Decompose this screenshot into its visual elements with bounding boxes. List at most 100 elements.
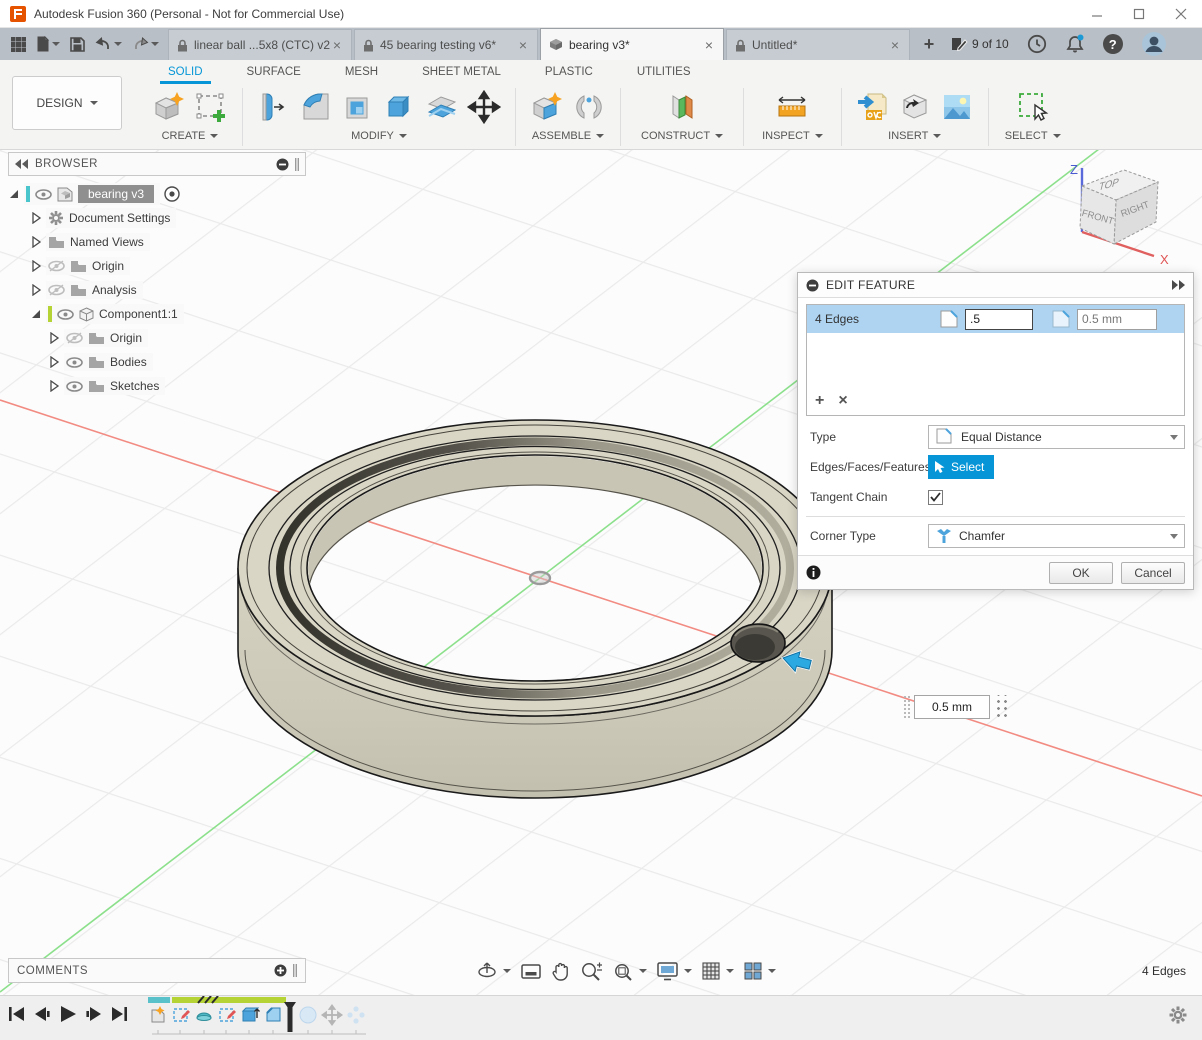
zoom-tool[interactable]: [580, 961, 603, 982]
panel-drag-handle[interactable]: [295, 158, 299, 171]
select-edges-button[interactable]: Select: [928, 455, 994, 479]
group-label-modify[interactable]: MODIFY: [351, 130, 407, 142]
tree-item-label[interactable]: Origin: [110, 331, 142, 345]
timeline-settings-gear-icon[interactable]: [1168, 1005, 1188, 1025]
timeline-feature-extrude[interactable]: [243, 1008, 260, 1021]
play-button[interactable]: [58, 1004, 78, 1024]
timeline-position-marker[interactable]: [284, 1002, 296, 1032]
dialog-collapse-icon[interactable]: [806, 279, 819, 292]
ribbon-tab-utilities[interactable]: UTILITIES: [615, 62, 713, 84]
root-item-label[interactable]: bearing v3: [78, 185, 154, 203]
tree-item-label[interactable]: Document Settings: [69, 211, 170, 225]
add-edge-set-button[interactable]: +: [815, 393, 824, 409]
browser-row-component-origin[interactable]: Origin: [8, 326, 306, 350]
tree-item-label[interactable]: Component1:1: [99, 307, 178, 321]
visibility-eye-icon[interactable]: [66, 381, 83, 392]
fillet-icon[interactable]: [297, 88, 335, 126]
measure-icon[interactable]: [773, 88, 811, 126]
ribbon-tab-mesh[interactable]: MESH: [323, 62, 400, 84]
job-status-clock-icon[interactable]: [1027, 34, 1047, 54]
collapsed-caret-icon[interactable]: [48, 332, 60, 344]
remove-edge-set-button[interactable]: ×: [838, 393, 847, 409]
browser-row-sketches[interactable]: Sketches: [8, 374, 306, 398]
group-label-inspect[interactable]: INSPECT: [762, 130, 823, 142]
orbit-tool[interactable]: [476, 960, 511, 982]
viewport-3d[interactable]: Z X TOP FRONT RIGHT BROWSER: [0, 150, 1202, 995]
user-avatar[interactable]: [1141, 31, 1167, 57]
construct-plane-icon[interactable]: [663, 88, 701, 126]
viewports-tool[interactable]: [743, 961, 776, 981]
visibility-off-eye-icon[interactable]: [48, 260, 65, 272]
offset-face-icon[interactable]: [423, 88, 461, 126]
save-button[interactable]: [67, 35, 88, 54]
maximize-button[interactable]: [1118, 0, 1160, 27]
edge-set-list[interactable]: 4 Edges + ×: [806, 304, 1185, 416]
tree-item-label[interactable]: Origin: [92, 259, 124, 273]
corner-type-dropdown[interactable]: Chamfer: [928, 524, 1185, 548]
info-icon[interactable]: [806, 565, 821, 580]
browser-row-document-settings[interactable]: Document Settings: [8, 206, 306, 230]
tab-close-icon[interactable]: ×: [703, 37, 715, 53]
undo-button[interactable]: [92, 35, 125, 54]
ok-button[interactable]: OK: [1049, 562, 1113, 584]
pan-tool[interactable]: [551, 961, 571, 982]
activate-component-radio[interactable]: [164, 186, 180, 202]
joint-icon[interactable]: [570, 88, 608, 126]
insert-svg-icon[interactable]: [854, 88, 892, 126]
doc-tab-bearing-v3-active[interactable]: bearing v3* ×: [540, 28, 724, 60]
press-pull-icon[interactable]: [255, 88, 293, 126]
doc-tab-linear-ball[interactable]: linear ball ...5x8 (CTC) v2 ×: [168, 29, 352, 60]
grid-snap-tool[interactable]: [701, 961, 734, 981]
ribbon-tab-sheet-metal[interactable]: SHEET METAL: [400, 62, 523, 84]
canvas-image-icon[interactable]: [938, 88, 976, 126]
expand-caret-icon[interactable]: [8, 188, 20, 200]
group-label-construct[interactable]: CONSTRUCT: [641, 130, 723, 142]
tab-close-icon[interactable]: ×: [331, 37, 343, 53]
collapsed-caret-icon[interactable]: [30, 260, 42, 272]
visibility-eye-icon[interactable]: [35, 189, 52, 200]
tree-item-label[interactable]: Named Views: [70, 235, 144, 249]
group-label-select[interactable]: SELECT: [1005, 130, 1061, 142]
type-dropdown[interactable]: Equal Distance: [928, 425, 1185, 449]
visibility-off-eye-icon[interactable]: [48, 284, 65, 296]
tab-close-icon[interactable]: ×: [889, 37, 901, 53]
visibility-off-eye-icon[interactable]: [66, 332, 83, 344]
tree-item-label[interactable]: Analysis: [92, 283, 137, 297]
fit-tool[interactable]: [612, 961, 647, 982]
browser-row-bodies[interactable]: Bodies: [8, 350, 306, 374]
dimension-drag-handle[interactable]: [903, 695, 911, 719]
step-back-button[interactable]: [33, 1005, 51, 1023]
timeline-suppressed-pattern[interactable]: [347, 1006, 364, 1023]
doc-tab-untitled[interactable]: Untitled* ×: [726, 29, 910, 60]
timeline-feature-chamfer[interactable]: [267, 1008, 280, 1021]
tab-close-icon[interactable]: ×: [517, 37, 529, 53]
browser-row-analysis[interactable]: Analysis: [8, 278, 306, 302]
file-menu-button[interactable]: [33, 34, 63, 54]
create-sketch-icon[interactable]: [192, 88, 230, 126]
tree-item-label[interactable]: Bodies: [110, 355, 147, 369]
timeline-feature-new-component[interactable]: [152, 1006, 165, 1022]
dimension-options-kebab-icon[interactable]: [993, 695, 1007, 719]
collapsed-caret-icon[interactable]: [48, 356, 60, 368]
browser-row-named-views[interactable]: Named Views: [8, 230, 306, 254]
combine-icon[interactable]: [381, 88, 419, 126]
redo-button[interactable]: [129, 35, 162, 54]
go-to-end-button[interactable]: [110, 1005, 128, 1023]
component-group-segment[interactable]: [148, 997, 170, 1003]
step-forward-button[interactable]: [85, 1005, 103, 1023]
collapsed-caret-icon[interactable]: [30, 212, 42, 224]
app-grid-icon[interactable]: [8, 35, 29, 54]
collapsed-caret-icon[interactable]: [30, 236, 42, 248]
group-label-insert[interactable]: INSERT: [888, 130, 941, 142]
look-at-tool[interactable]: [520, 961, 542, 981]
browser-row-root[interactable]: bearing v3: [8, 182, 306, 206]
cancel-button[interactable]: Cancel: [1121, 562, 1185, 584]
timeline-feature-sketch1[interactable]: [174, 1009, 190, 1021]
version-badge[interactable]: 9 of 10: [950, 36, 1009, 52]
select-tool-icon[interactable]: [1014, 88, 1052, 126]
shell-icon[interactable]: [339, 88, 377, 126]
group-label-create[interactable]: CREATE: [162, 130, 219, 142]
add-comment-icon[interactable]: [274, 964, 287, 977]
browser-row-origin[interactable]: Origin: [8, 254, 306, 278]
collapsed-caret-icon[interactable]: [30, 284, 42, 296]
